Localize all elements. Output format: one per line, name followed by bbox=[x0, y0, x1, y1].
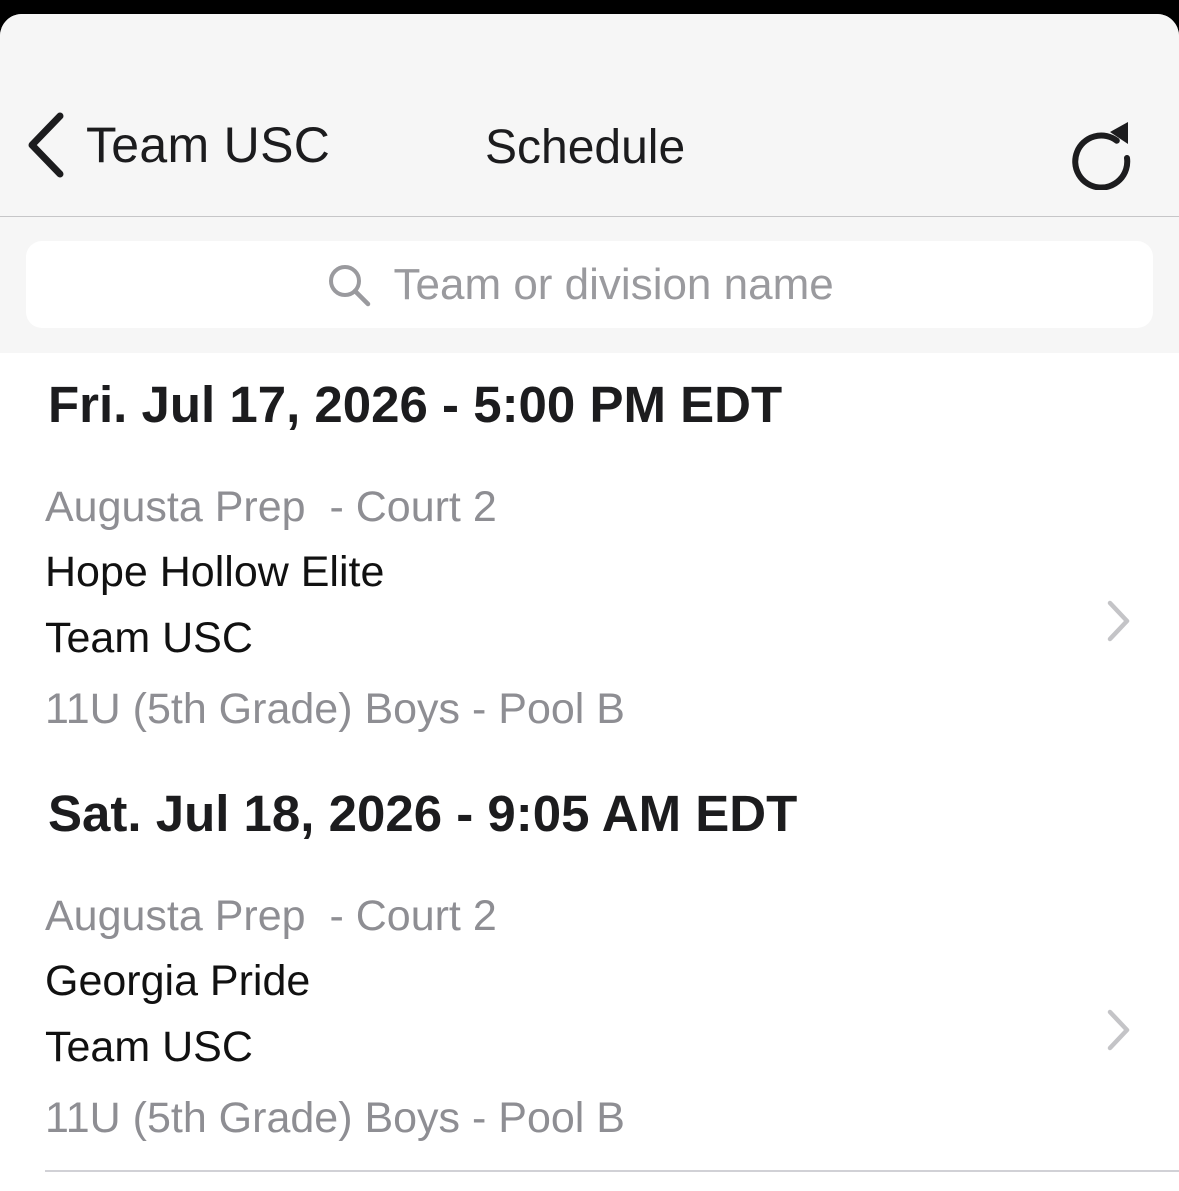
magnifier-icon bbox=[328, 264, 370, 306]
game-row[interactable]: Augusta Prep - Court 2 Hope Hollow Elite… bbox=[0, 473, 1179, 741]
app-screen: Team USC Schedule Fri. Jul 17, 2026 - 5:… bbox=[0, 14, 1179, 1191]
game-row[interactable]: Augusta Prep - Court 2 Georgia Pride Tea… bbox=[0, 882, 1179, 1150]
date-header: Fri. Jul 17, 2026 - 5:00 PM EDT bbox=[48, 376, 783, 433]
chevron-right-icon bbox=[1107, 1009, 1130, 1051]
search-bar-area bbox=[0, 217, 1179, 353]
game-team-2: Team USC bbox=[45, 614, 253, 662]
game-location: Augusta Prep - Court 2 bbox=[45, 892, 497, 940]
refresh-icon bbox=[1072, 122, 1131, 191]
refresh-button[interactable] bbox=[1066, 120, 1136, 191]
game-team-1: Georgia Pride bbox=[45, 957, 311, 1005]
chevron-right-icon bbox=[1107, 600, 1130, 642]
search-input[interactable] bbox=[393, 259, 854, 310]
back-button[interactable]: Team USC bbox=[24, 110, 330, 180]
game-division: 11U (5th Grade) Boys - Pool B bbox=[45, 1094, 625, 1142]
game-division: 11U (5th Grade) Boys - Pool B bbox=[45, 685, 625, 733]
navigation-bar: Team USC Schedule bbox=[0, 14, 1179, 217]
chevron-left-icon bbox=[28, 112, 64, 178]
list-divider bbox=[45, 1170, 1179, 1172]
date-header: Sat. Jul 18, 2026 - 9:05 AM EDT bbox=[48, 785, 798, 842]
game-team-2: Team USC bbox=[45, 1023, 253, 1071]
schedule-list: Fri. Jul 17, 2026 - 5:00 PM EDT Augusta … bbox=[0, 353, 1179, 1191]
search-box[interactable] bbox=[26, 241, 1153, 328]
game-location: Augusta Prep - Court 2 bbox=[45, 483, 497, 531]
page-title: Schedule bbox=[485, 121, 686, 174]
back-button-label: Team USC bbox=[86, 117, 331, 173]
game-team-1: Hope Hollow Elite bbox=[45, 548, 385, 596]
